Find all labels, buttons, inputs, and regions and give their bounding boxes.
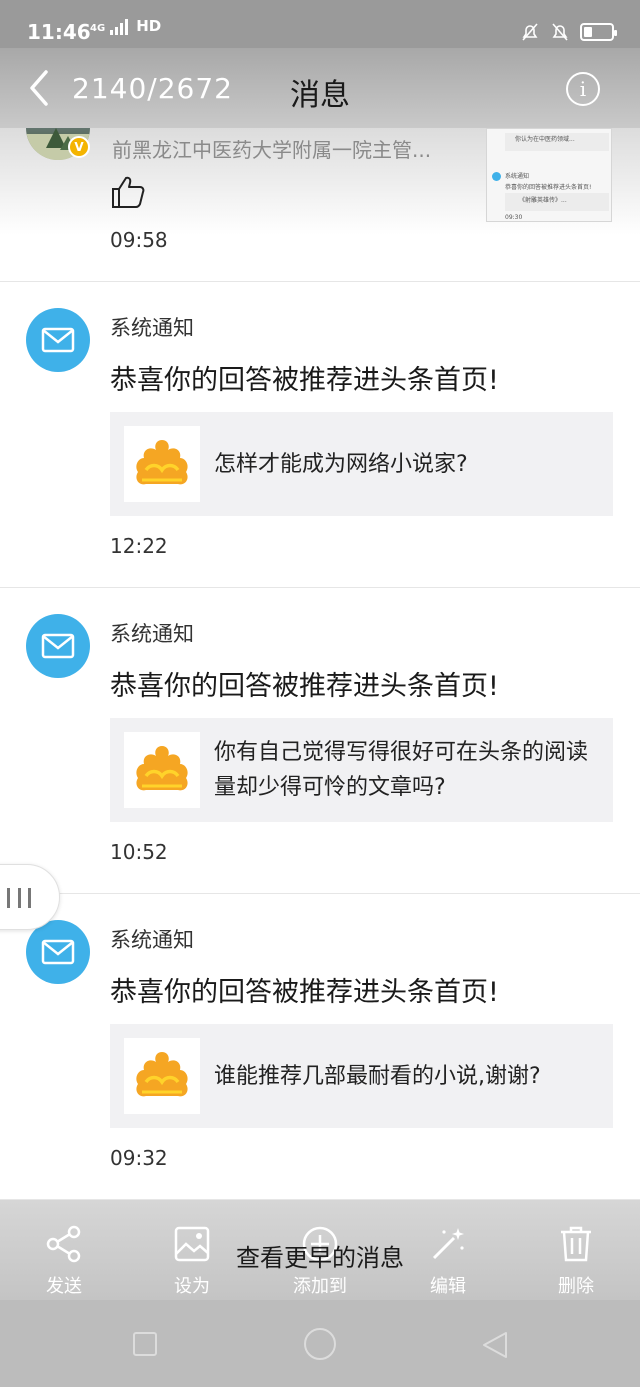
signal-icon xyxy=(109,19,128,35)
thumbnail-text: 09:30 xyxy=(505,214,523,221)
question-card[interactable]: 你有自己觉得写得很好可在头条的阅读量却少得可怜的文章吗? xyxy=(110,718,613,822)
list-item[interactable]: 系统通知 恭喜你的回答被推荐进头条首页! 怎样才能成为网络小说家? 12:22 xyxy=(0,282,640,588)
message-list[interactable]: V 前黑龙江中医药大学附属一院主管... 09:58 你认为在中医药领域... … xyxy=(0,128,640,1200)
question-text: 怎样才能成为网络小说家? xyxy=(214,451,468,477)
question-card[interactable]: 谁能推荐几部最耐看的小说,谢谢? xyxy=(110,1024,613,1128)
mail-icon xyxy=(26,308,90,372)
list-item[interactable]: 系统通知 恭喜你的回答被推荐进头条首页! 谁能推荐几部最耐看的小说,谢谢? 09… xyxy=(0,894,640,1200)
sender-name: 系统通知 xyxy=(110,928,194,952)
question-text: 谁能推荐几部最耐看的小说,谢谢? xyxy=(214,1063,541,1089)
message-thumbnail[interactable]: 你认为在中医药领域... 系统通知 恭喜你的回答被推荐进头条首页! 《射雕英雄传… xyxy=(486,128,612,222)
toutiao-logo-icon xyxy=(124,426,200,502)
title-bar: 2140/2672 消息 i xyxy=(0,48,640,128)
list-item[interactable]: V 前黑龙江中医药大学附属一院主管... 09:58 你认为在中医药领域... … xyxy=(0,128,640,282)
battery-icon xyxy=(580,23,617,41)
message-time: 09:32 xyxy=(110,1146,168,1170)
handle-bars-icon xyxy=(7,888,31,908)
message-time: 12:22 xyxy=(110,534,168,558)
system-nav-bar xyxy=(0,1300,640,1387)
thumbnail-text: 系统通知 xyxy=(505,173,530,180)
home-button[interactable] xyxy=(304,1328,336,1360)
mail-icon xyxy=(26,920,90,984)
message-time: 10:52 xyxy=(110,840,168,864)
sender-name: 前黑龙江中医药大学附属一院主管... xyxy=(112,138,432,162)
sender-name: 系统通知 xyxy=(110,316,194,340)
nav-back-button[interactable] xyxy=(480,1330,510,1360)
info-button[interactable]: i xyxy=(566,72,600,106)
question-text: 你有自己觉得写得很好可在头条的阅读量却少得可怜的文章吗? xyxy=(214,740,589,800)
network-indicator: 4G HD xyxy=(90,19,161,35)
hd-badge: HD xyxy=(136,17,162,35)
view-earlier-messages-link[interactable]: 查看更早的消息 xyxy=(0,1238,640,1273)
toutiao-logo-icon xyxy=(124,732,200,808)
toutiao-logo-icon xyxy=(124,1038,200,1114)
status-bar: 11:46 4G HD xyxy=(0,0,640,48)
edit-label: 编辑 xyxy=(430,1276,466,1297)
question-card[interactable]: 怎样才能成为网络小说家? xyxy=(110,412,613,516)
add-to-label: 添加到 xyxy=(293,1276,347,1297)
recent-apps-button[interactable] xyxy=(133,1332,157,1356)
mute-icon xyxy=(522,23,538,41)
page-title: 消息 xyxy=(290,78,350,113)
network-type: 4G xyxy=(90,23,106,34)
share-label: 发送 xyxy=(46,1276,82,1297)
bell-off-icon xyxy=(552,23,568,41)
bottom-toolbar: 发送 设为 添加到 编辑 删除 查看更早的消息 xyxy=(0,1200,640,1300)
notification-headline: 恭喜你的回答被推荐进头条首页! xyxy=(110,671,499,702)
sender-name: 系统通知 xyxy=(110,622,194,646)
thumbnail-text: 你认为在中医药领域... xyxy=(515,136,575,143)
mail-icon xyxy=(26,614,90,678)
message-time: 09:58 xyxy=(110,228,168,252)
notification-headline: 恭喜你的回答被推荐进头条首页! xyxy=(110,977,499,1008)
list-item[interactable]: 系统通知 恭喜你的回答被推荐进头条首页! 你有自己觉得写得很好可在头条的阅读量却… xyxy=(0,588,640,894)
status-time: 11:46 xyxy=(27,20,91,44)
set-as-label: 设为 xyxy=(174,1276,210,1297)
thumbnail-text: 恭喜你的回答被推荐进头条首页! xyxy=(505,184,592,191)
delete-label: 删除 xyxy=(558,1276,594,1297)
thumbs-up-icon[interactable] xyxy=(110,174,146,210)
mail-icon xyxy=(492,172,501,181)
thumbnail-text: 《射雕英雄传》... xyxy=(519,197,567,204)
verified-badge: V xyxy=(68,136,90,158)
notification-headline: 恭喜你的回答被推荐进头条首页! xyxy=(110,365,499,396)
